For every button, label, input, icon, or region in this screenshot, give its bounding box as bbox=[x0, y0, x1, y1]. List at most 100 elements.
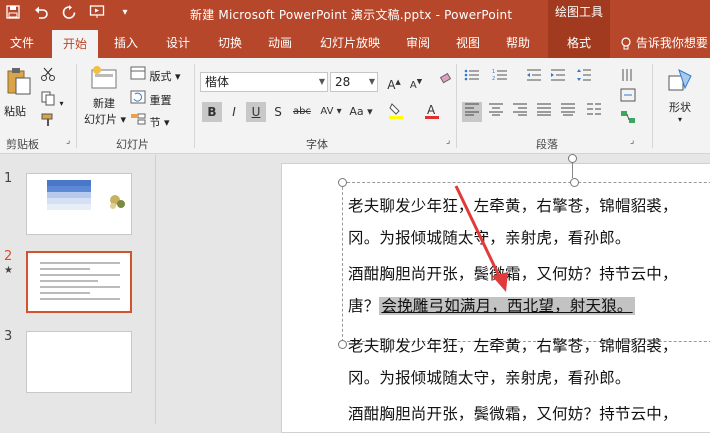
slide-thumbnail-2[interactable] bbox=[26, 251, 132, 313]
tell-me-box[interactable]: 告诉我你想要 bbox=[620, 28, 710, 58]
align-center-icon bbox=[488, 103, 504, 119]
section-label: 节 bbox=[149, 116, 161, 129]
reset-button[interactable]: 重置 bbox=[130, 90, 172, 108]
paintbrush-icon bbox=[40, 113, 56, 131]
redo-icon[interactable] bbox=[60, 4, 78, 22]
layout-label: 版式 bbox=[149, 70, 172, 83]
align-center-button[interactable] bbox=[486, 102, 506, 122]
tab-transitions[interactable]: 切换 bbox=[210, 28, 250, 58]
dialog-launcher-icon[interactable]: ⌟ bbox=[446, 136, 450, 146]
slide-thumbnail-1[interactable] bbox=[26, 173, 132, 235]
character-spacing-button[interactable]: AV ▾ bbox=[318, 102, 344, 122]
current-slide: 老夫聊发少年狂，左牵黄，右擎苍，锦帽貂裘， 冈。为报倾城随太守，亲射虎，看孙郎。… bbox=[281, 154, 710, 433]
tab-review[interactable]: 审阅 bbox=[398, 28, 438, 58]
separator bbox=[456, 64, 457, 148]
bold-button[interactable]: B bbox=[202, 102, 222, 122]
annotation-arrow-icon bbox=[454, 185, 508, 292]
tab-help[interactable]: 帮助 bbox=[498, 28, 538, 58]
align-text-icon bbox=[620, 88, 636, 105]
tab-home[interactable]: 开始 bbox=[52, 30, 98, 58]
align-text-button[interactable] bbox=[618, 88, 638, 108]
columns-icon bbox=[586, 103, 602, 119]
numbering-button[interactable]: 12 bbox=[490, 68, 510, 88]
justify-icon bbox=[536, 103, 552, 119]
group-label-paragraph: 段落 bbox=[536, 138, 558, 151]
new-slide-label-2: 幻灯片 ▾ bbox=[84, 113, 127, 126]
font-name-dropdown[interactable]: 楷体 ▼ bbox=[200, 72, 328, 92]
strikethrough-button[interactable]: abc bbox=[290, 102, 314, 122]
slide-number: 1 bbox=[4, 171, 13, 186]
change-case-button[interactable]: Aa ▾ bbox=[348, 102, 374, 122]
tab-view[interactable]: 视图 bbox=[448, 28, 488, 58]
rotate-handle[interactable] bbox=[568, 154, 577, 163]
highlighter-icon bbox=[388, 103, 404, 123]
svg-text:A: A bbox=[427, 103, 436, 117]
font-color-button[interactable]: A bbox=[420, 102, 444, 122]
align-left-button[interactable] bbox=[462, 102, 482, 122]
align-right-button[interactable] bbox=[510, 102, 530, 122]
bullets-button[interactable] bbox=[462, 68, 482, 88]
tab-insert[interactable]: 插入 bbox=[106, 28, 146, 58]
presenter-icon[interactable] bbox=[88, 4, 106, 22]
customize-icon[interactable]: ▾ bbox=[116, 4, 134, 22]
decrease-indent-button[interactable] bbox=[524, 68, 544, 88]
dialog-launcher-icon[interactable]: ⌟ bbox=[66, 136, 70, 146]
text-direction-button[interactable] bbox=[618, 68, 638, 88]
undo-icon[interactable] bbox=[32, 4, 50, 22]
layout-button[interactable]: 版式 ▾ bbox=[130, 66, 181, 84]
tab-animations[interactable]: 动画 bbox=[260, 28, 300, 58]
align-right-icon bbox=[512, 103, 528, 119]
dialog-launcher-icon[interactable]: ⌟ bbox=[630, 136, 634, 146]
copy-button[interactable]: ▾ bbox=[40, 90, 64, 109]
line-spacing-button[interactable] bbox=[574, 68, 594, 88]
svg-text:2: 2 bbox=[492, 76, 495, 82]
convert-smartart-button[interactable] bbox=[618, 110, 638, 130]
increase-font-size-button[interactable]: A▲ bbox=[384, 72, 404, 92]
resize-handle[interactable] bbox=[570, 178, 579, 187]
section-button[interactable]: 节 ▾ bbox=[130, 112, 170, 130]
text-line: 老夫聊发少年狂，左牵黄，右擎苍，锦帽貂裘， bbox=[348, 337, 678, 355]
tab-slideshow[interactable]: 幻灯片放映 bbox=[310, 28, 390, 58]
tab-design[interactable]: 设计 bbox=[158, 28, 198, 58]
highlight-button[interactable] bbox=[384, 102, 408, 122]
animation-star-icon: ★ bbox=[4, 265, 13, 276]
font-name-value: 楷体 bbox=[205, 75, 230, 89]
columns-button[interactable] bbox=[584, 102, 604, 122]
shapes-button[interactable]: 形状 ▾ bbox=[660, 66, 700, 124]
ribbon: 粘贴 ▾ 剪贴板 ⌟ 新建 幻灯片 ▾ 版式 ▾ 重置 节 ▾ 幻灯片 楷体 ▼… bbox=[0, 58, 710, 154]
clear-formatting-button[interactable] bbox=[436, 72, 456, 92]
tab-file[interactable]: 文件 bbox=[2, 28, 42, 58]
slide-thumbnail-3[interactable] bbox=[26, 331, 132, 393]
reset-label: 重置 bbox=[149, 94, 172, 107]
new-slide-icon bbox=[89, 66, 119, 95]
shadow-s-button[interactable]: S bbox=[268, 102, 288, 122]
separator bbox=[76, 64, 77, 148]
save-icon[interactable] bbox=[4, 4, 22, 22]
chevron-down-icon: ▼ bbox=[368, 77, 375, 86]
distributed-icon bbox=[560, 103, 576, 119]
justify-button[interactable] bbox=[534, 102, 554, 122]
cut-button[interactable] bbox=[40, 66, 56, 85]
numbered-list-icon: 12 bbox=[492, 69, 508, 85]
group-label-clipboard: 剪贴板 bbox=[6, 138, 39, 151]
underline-button[interactable]: U bbox=[246, 102, 266, 122]
slide-editing-canvas: 老夫聊发少年狂，左牵黄，右擎苍，锦帽貂裘， 冈。为报倾城随太守，亲射虎，看孙郎。… bbox=[157, 154, 710, 433]
layout-icon bbox=[130, 66, 146, 83]
italic-button[interactable]: I bbox=[224, 102, 244, 122]
decrease-font-size-button[interactable]: A▼ bbox=[406, 72, 426, 92]
bullet-list-icon bbox=[464, 69, 480, 85]
line-spacing-icon bbox=[576, 69, 592, 85]
text-segment: 唐？ bbox=[348, 297, 380, 315]
font-size-dropdown[interactable]: 28 ▼ bbox=[330, 72, 378, 92]
format-painter-button[interactable] bbox=[40, 112, 56, 131]
outdent-icon bbox=[526, 69, 542, 85]
distributed-button[interactable] bbox=[558, 102, 578, 122]
lightbulb-icon bbox=[620, 36, 636, 50]
tab-format[interactable]: 格式 bbox=[548, 28, 610, 58]
paste-button[interactable]: 粘贴 bbox=[4, 66, 32, 119]
increase-indent-button[interactable] bbox=[548, 68, 568, 88]
resize-handle[interactable] bbox=[338, 178, 347, 187]
new-slide-button[interactable]: 新建 幻灯片 ▾ bbox=[84, 64, 127, 127]
context-tab-drawing-tools: 绘图工具 bbox=[548, 0, 610, 28]
resize-handle[interactable] bbox=[338, 340, 347, 349]
